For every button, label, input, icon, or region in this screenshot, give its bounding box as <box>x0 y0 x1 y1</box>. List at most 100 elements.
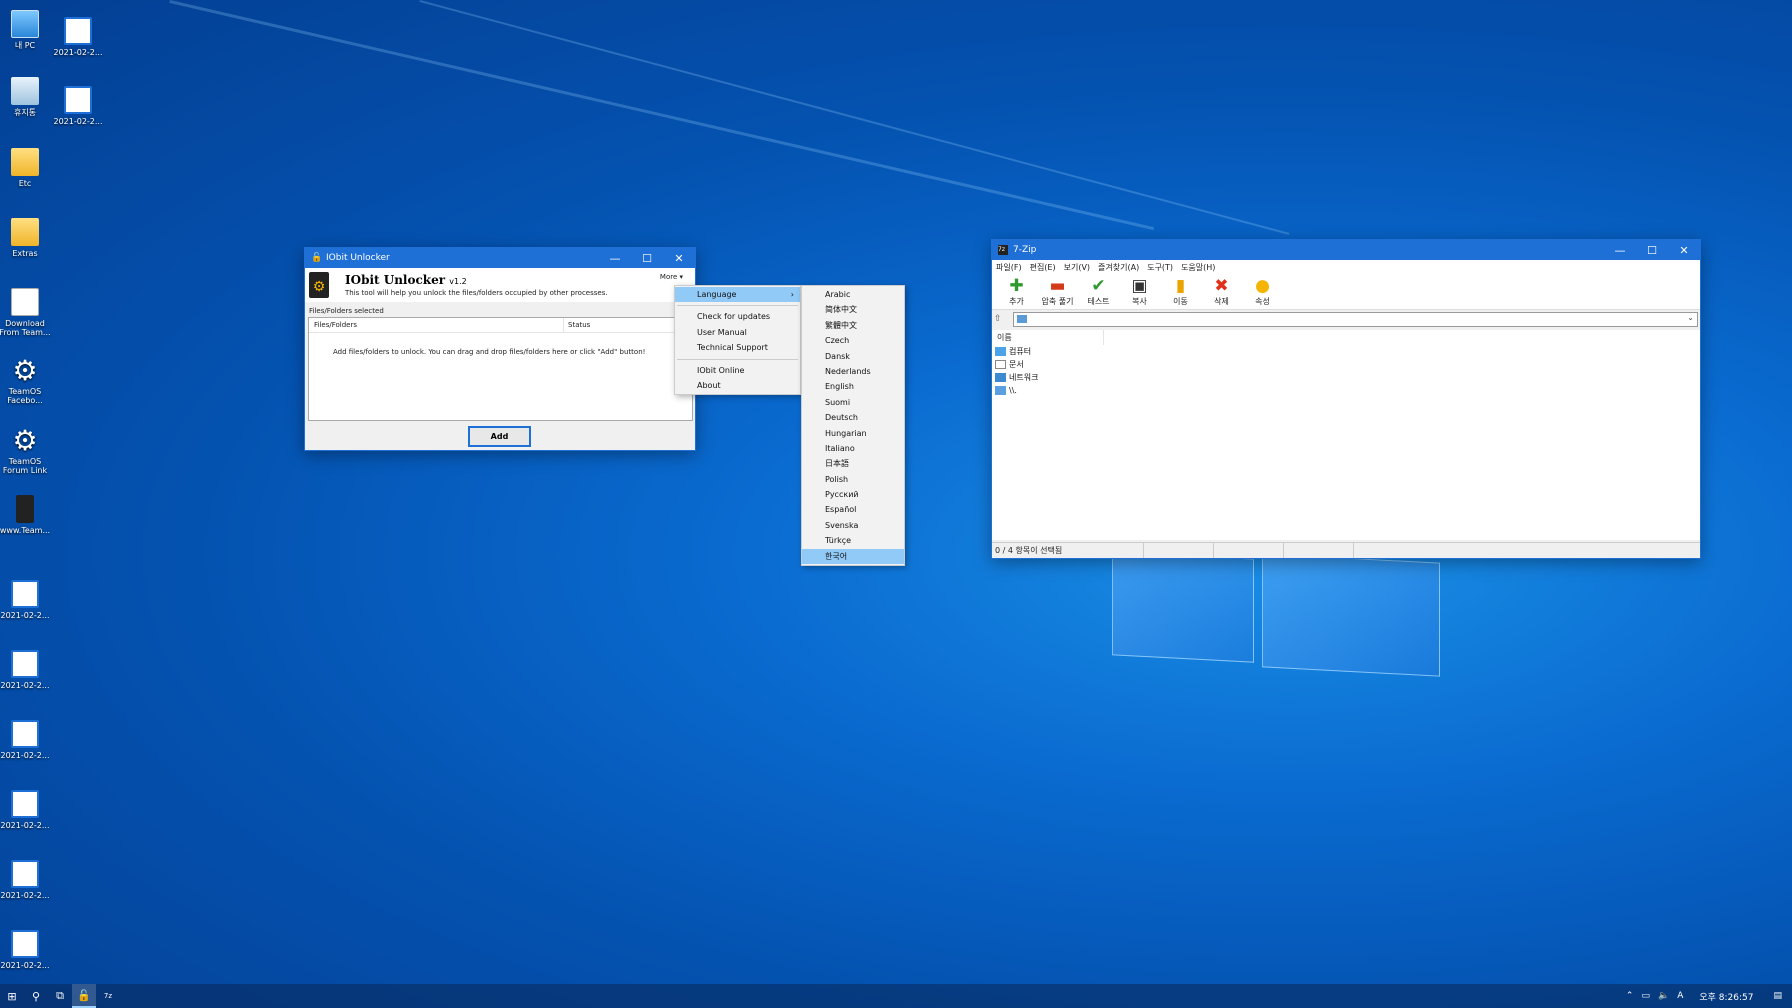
up-folder-icon[interactable]: ⇧ <box>994 314 1008 324</box>
taskbar-7zip[interactable]: 7z <box>96 984 120 1008</box>
status-cell <box>1284 543 1354 558</box>
menu-tools[interactable]: 도구(T) <box>1147 262 1173 273</box>
desktop-icon-screenshot[interactable]: 2021-02-2... <box>0 580 52 620</box>
chevron-up-icon[interactable]: ⌃ <box>1626 991 1634 1001</box>
iobit-titlebar[interactable]: 🔓 IObit Unlocker — ☐ ✕ <box>305 248 695 268</box>
menu-item-iobit-online[interactable]: IObit Online <box>675 363 800 378</box>
status-cell <box>1144 543 1214 558</box>
recycle-bin-icon <box>11 77 39 105</box>
menu-separator <box>677 358 798 360</box>
files-selected-label: Files/Folders selected <box>309 307 384 315</box>
language-item[interactable]: Suomi <box>802 395 904 410</box>
minimize-button[interactable]: — <box>1604 240 1636 260</box>
language-item[interactable]: Hungarian <box>802 426 904 441</box>
minimize-button[interactable]: — <box>599 248 631 268</box>
add-button[interactable]: Add <box>468 426 531 447</box>
menu-item-user-manual[interactable]: User Manual <box>675 325 800 340</box>
desktop-icon-screenshot[interactable]: 2021-02-2... <box>0 650 52 690</box>
desktop-icon-screenshot[interactable]: 2021-02-2... <box>51 17 105 57</box>
volume-icon[interactable]: 🔈 <box>1658 991 1669 1001</box>
language-item[interactable]: Svenska <box>802 518 904 533</box>
language-item[interactable]: 日本語 <box>802 456 904 471</box>
folder-icon <box>1017 314 1027 323</box>
chevron-down-icon[interactable]: ⌄ <box>1687 313 1694 322</box>
chevron-right-icon: › <box>790 290 794 299</box>
image-icon <box>11 650 39 678</box>
language-item[interactable]: Русский <box>802 487 904 502</box>
start-button[interactable]: ⊞ <box>0 984 24 1008</box>
desktop-icon-teamos-forum[interactable]: ⚙ TeamOS Forum Link <box>0 426 52 475</box>
more-menu-button[interactable]: More ▾ <box>660 273 683 281</box>
desktop-icon-screenshot[interactable]: 2021-02-2... <box>0 860 52 900</box>
column-files-folders[interactable]: Files/Folders <box>309 318 564 332</box>
properties-button[interactable]: ● 속성 <box>1242 274 1283 309</box>
menu-item-check-updates[interactable]: Check for updates <box>675 309 800 324</box>
taskbar-iobit-unlocker[interactable]: 🔓 <box>72 984 96 1008</box>
language-item[interactable]: Polish <box>802 472 904 487</box>
language-item[interactable]: Nederlands <box>802 364 904 379</box>
desktop-icon-screenshot[interactable]: 2021-02-2... <box>0 930 52 970</box>
language-item[interactable]: Arabic <box>802 287 904 302</box>
column-status[interactable]: Status <box>564 321 590 329</box>
language-item[interactable]: English <box>802 379 904 394</box>
menu-edit[interactable]: 편집(E) <box>1030 262 1056 273</box>
test-button[interactable]: ✔ 테스트 <box>1078 274 1119 309</box>
clock[interactable]: 오후 8:26:57 <box>1699 990 1753 1003</box>
language-item[interactable]: Dansk <box>802 349 904 364</box>
copy-button[interactable]: ▣ 복사 <box>1119 274 1160 309</box>
app-subtitle: This tool will help you unlock the files… <box>345 289 608 297</box>
close-button[interactable]: ✕ <box>1668 240 1700 260</box>
list-item[interactable]: 컴퓨터 <box>992 345 1700 358</box>
list-item[interactable]: 네트워크 <box>992 371 1700 384</box>
extract-button[interactable]: ▬ 압축 풀기 <box>1037 274 1078 309</box>
wallpaper-beam <box>169 0 1155 231</box>
language-item[interactable]: Deutsch <box>802 410 904 425</box>
search-icon[interactable]: ⚲ <box>24 984 48 1008</box>
desktop-icon-download[interactable]: Download From Team... <box>0 288 52 337</box>
language-item[interactable]: Italiano <box>802 441 904 456</box>
delete-button[interactable]: ✖ 삭제 <box>1201 274 1242 309</box>
menu-item-language[interactable]: Language › <box>675 287 800 303</box>
folder-icon <box>11 148 39 176</box>
desktop-icon-recycle-bin[interactable]: 휴지통 <box>0 77 52 117</box>
language-item[interactable]: Türkçe <box>802 533 904 548</box>
desktop-icon-extras[interactable]: Extras <box>0 218 52 258</box>
close-button[interactable]: ✕ <box>663 248 695 268</box>
files-list[interactable]: Files/Folders Status Add files/folders t… <box>308 317 693 421</box>
column-name[interactable]: 이름 <box>992 330 1104 345</box>
language-item-selected[interactable]: 한국어 <box>802 548 904 565</box>
status-selection: 0 / 4 항목이 선택됨 <box>992 543 1144 558</box>
file-list[interactable]: 이름 컴퓨터 문서 네트워크 \\. <box>992 330 1700 540</box>
language-item[interactable]: Español <box>802 502 904 517</box>
desktop-icon-screenshot[interactable]: 2021-02-2... <box>0 720 52 760</box>
desktop-icon-my-pc[interactable]: 내 PC <box>0 10 52 50</box>
language-item[interactable]: 简体中文 <box>802 302 904 317</box>
menu-favorites[interactable]: 즐겨찾기(A) <box>1098 262 1139 273</box>
add-button[interactable]: ✚ 추가 <box>996 274 1037 309</box>
desktop-icon-screenshot[interactable]: 2021-02-2... <box>51 86 105 126</box>
language-item[interactable]: Czech <box>802 333 904 348</box>
menu-item-about[interactable]: About <box>675 378 800 393</box>
maximize-button[interactable]: ☐ <box>631 248 663 268</box>
list-item[interactable]: 문서 <box>992 358 1700 371</box>
menu-item-technical-support[interactable]: Technical Support <box>675 340 800 355</box>
maximize-button[interactable]: ☐ <box>1636 240 1668 260</box>
move-icon: ▮ <box>1175 276 1186 296</box>
desktop-icon-www[interactable]: www.Team... <box>0 495 52 535</box>
menu-view[interactable]: 보기(V) <box>1064 262 1090 273</box>
7zip-window: 7z 7-Zip — ☐ ✕ 파일(F) 편집(E) 보기(V) 즐겨찾기(A)… <box>991 239 1701 559</box>
menu-help[interactable]: 도움말(H) <box>1181 262 1215 273</box>
move-button[interactable]: ▮ 이동 <box>1160 274 1201 309</box>
desktop-icon-etc[interactable]: Etc <box>0 148 52 188</box>
list-item[interactable]: \\. <box>992 384 1700 397</box>
ime-indicator[interactable]: A <box>1677 991 1683 1001</box>
7zip-titlebar[interactable]: 7z 7-Zip — ☐ ✕ <box>992 240 1700 260</box>
menu-file[interactable]: 파일(F) <box>996 262 1022 273</box>
task-view-icon[interactable]: ⧉ <box>48 984 72 1008</box>
desktop-icon-screenshot[interactable]: 2021-02-2... <box>0 790 52 830</box>
language-item[interactable]: 繁體中文 <box>802 318 904 333</box>
notification-icon[interactable]: ▤ <box>1773 991 1782 1001</box>
network-icon[interactable]: ▭ <box>1641 991 1650 1001</box>
desktop-icon-teamos-facebook[interactable]: ⚙ TeamOS Facebo... <box>0 356 52 405</box>
path-combobox[interactable]: ⌄ <box>1013 311 1698 327</box>
